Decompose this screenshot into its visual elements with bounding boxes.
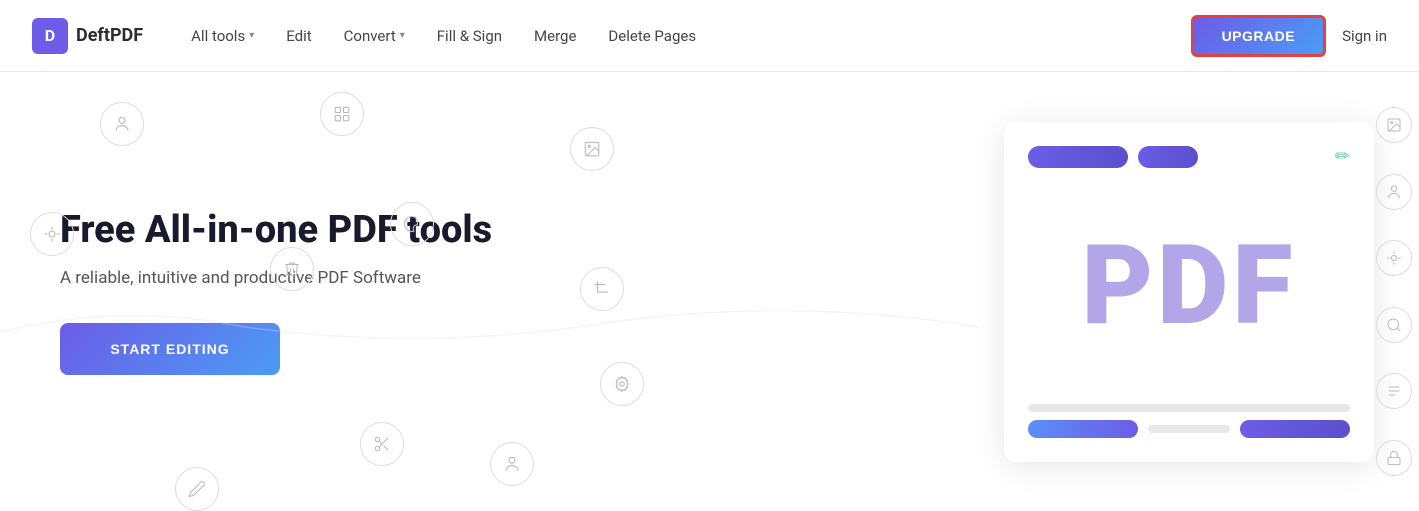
right-deco-lock-icon (1376, 440, 1412, 476)
card-line-btns (1028, 420, 1350, 438)
card-btn-purple (1240, 420, 1350, 438)
card-bottom (1028, 404, 1350, 438)
navigation: D DeftPDF All tools ▾ Edit Convert ▾ Fil… (0, 0, 1419, 72)
logo-name: DeftPDF (76, 25, 143, 46)
nav-link-delete-pages[interactable]: Delete Pages (608, 27, 696, 45)
right-deco-person-icon (1376, 174, 1412, 210)
card-bar-small (1138, 146, 1198, 168)
chevron-down-icon-convert: ▾ (400, 30, 405, 41)
deco-grid-icon (320, 92, 364, 136)
card-top-bars (1028, 146, 1350, 168)
right-deco-star-icon (1376, 240, 1412, 276)
upgrade-button[interactable]: UPGRADE (1191, 15, 1327, 57)
card-btn-blue (1028, 420, 1138, 438)
nav-link-convert[interactable]: Convert ▾ (344, 27, 405, 45)
card-bar-large (1028, 146, 1128, 168)
card-line-full (1028, 404, 1350, 412)
logo-area[interactable]: D DeftPDF (32, 18, 143, 54)
decorative-circles (0, 72, 979, 511)
nav-link-merge[interactable]: Merge (534, 27, 576, 45)
chevron-down-icon: ▾ (249, 30, 254, 41)
card-pdf-label: PDF (1028, 221, 1350, 351)
start-editing-button[interactable]: START EDITING (60, 323, 280, 375)
logo-icon: D (32, 18, 68, 54)
left-section: Free All-in-one PDF tools A reliable, in… (0, 72, 979, 511)
card-edit-icon[interactable]: ✏ (1335, 146, 1350, 167)
nav-right: UPGRADE Sign in (1191, 15, 1387, 57)
deco-pencil-icon (175, 467, 219, 511)
card-btn-line-mid (1148, 425, 1230, 433)
deco-scissors-icon (360, 422, 404, 466)
nav-links: All tools ▾ Edit Convert ▾ Fill & Sign M… (191, 27, 1190, 45)
deco-settings-icon (600, 362, 644, 406)
right-deco-circles (1369, 72, 1419, 511)
signin-link[interactable]: Sign in (1342, 27, 1387, 45)
main-content: Free All-in-one PDF tools A reliable, in… (0, 72, 1419, 511)
nav-link-edit[interactable]: Edit (286, 27, 311, 45)
deco-image-icon (570, 127, 614, 171)
deco-person-icon (100, 102, 144, 146)
right-deco-text-icon (1376, 373, 1412, 409)
right-deco-search-icon (1376, 307, 1412, 343)
deco-person2-icon (490, 442, 534, 486)
hero-subtitle: A reliable, intuitive and productive PDF… (60, 266, 919, 292)
right-section: ✏ PDF (979, 72, 1419, 511)
preview-card: ✏ PDF (1004, 122, 1374, 462)
nav-link-all-tools[interactable]: All tools ▾ (191, 27, 254, 45)
hero-title: Free All-in-one PDF tools (60, 208, 919, 254)
right-deco-image-icon (1376, 107, 1412, 143)
nav-link-fill-sign[interactable]: Fill & Sign (437, 27, 502, 45)
